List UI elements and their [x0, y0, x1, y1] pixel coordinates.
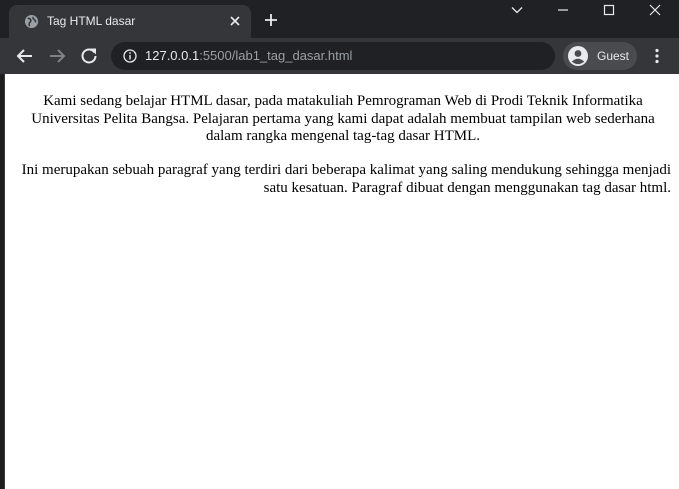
paragraph-right-aligned: Ini merupakan sebuah paragraf yang terdi… — [21, 162, 671, 196]
info-icon[interactable] — [123, 49, 137, 63]
reload-icon[interactable] — [79, 46, 99, 66]
forward-arrow-icon[interactable] — [47, 46, 67, 66]
url-host: 127.0.0.1 — [145, 48, 200, 63]
profile-label: Guest — [597, 49, 630, 63]
page-viewport: Kami sedang belajar HTML dasar, pada mat… — [4, 74, 679, 489]
close-icon[interactable] — [227, 13, 243, 29]
minimize-icon — [558, 9, 568, 11]
tab-search-button[interactable] — [494, 0, 540, 22]
chevron-down-icon — [511, 7, 523, 14]
globe-icon — [24, 14, 39, 29]
back-arrow-icon[interactable] — [15, 46, 35, 66]
more-vert-icon[interactable] — [647, 46, 667, 66]
maximize-button[interactable] — [586, 0, 632, 22]
paragraph-centered: Kami sedang belajar HTML dasar, pada mat… — [31, 93, 655, 144]
plus-icon[interactable] — [263, 12, 279, 28]
browser-toolbar: 127.0.0.1:5500/lab1_tag_dasar.html Guest — [0, 38, 679, 74]
close-icon — [649, 4, 661, 16]
tab-title: Tag HTML dasar — [47, 14, 136, 28]
tab-strip: Tag HTML dasar — [0, 0, 679, 38]
maximize-icon — [603, 4, 615, 16]
minimize-button[interactable] — [540, 0, 586, 22]
url-text: 127.0.0.1:5500/lab1_tag_dasar.html — [145, 48, 352, 63]
url-path: :5500/lab1_tag_dasar.html — [199, 48, 353, 63]
browser-tab[interactable]: Tag HTML dasar — [9, 5, 251, 38]
address-bar[interactable]: 127.0.0.1:5500/lab1_tag_dasar.html — [111, 42, 555, 70]
account-icon — [568, 46, 588, 66]
profile-button[interactable]: Guest — [563, 42, 637, 70]
window-close-button[interactable] — [632, 0, 678, 22]
